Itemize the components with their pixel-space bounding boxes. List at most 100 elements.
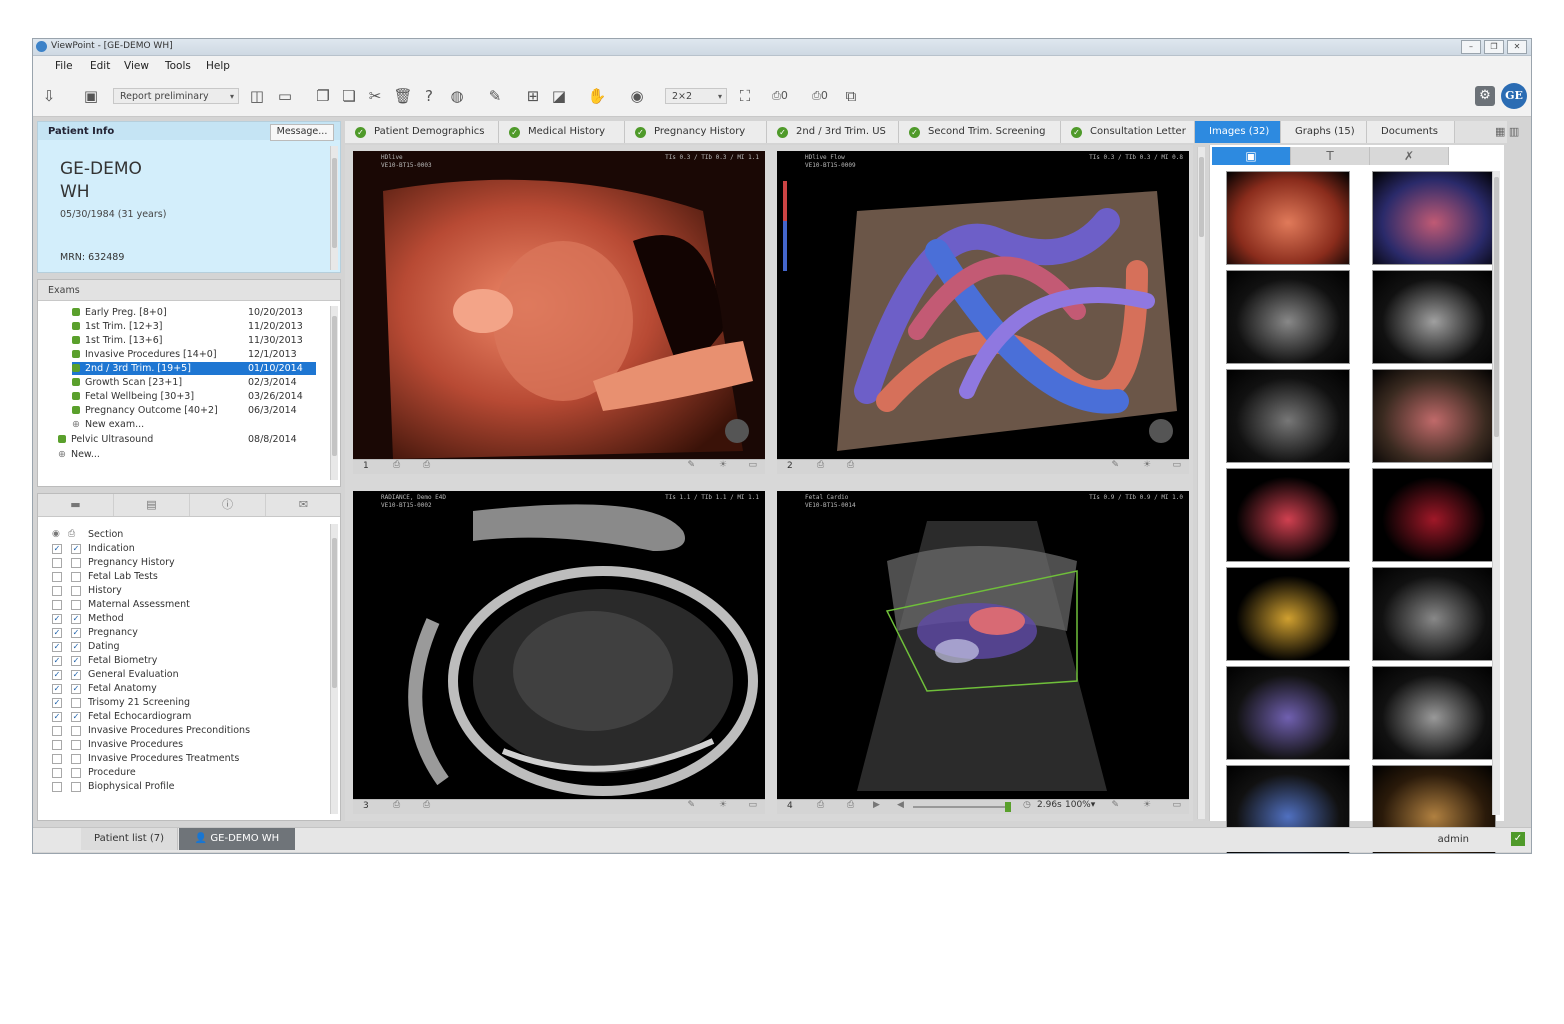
pen-icon[interactable]: ✎ <box>687 460 695 470</box>
section-print-checkbox[interactable]: ✓ <box>71 544 81 554</box>
edit-icon[interactable]: ✎ <box>485 86 505 106</box>
image-thumbnail[interactable] <box>1226 171 1350 265</box>
print-all-icon[interactable]: ⎙ <box>423 460 430 470</box>
exam-item[interactable]: 2nd / 3rd Trim. [19+5] 01/10/2014 <box>72 362 316 375</box>
play-icon[interactable]: ▶ <box>873 800 880 810</box>
print-icon[interactable]: ⎙ <box>817 800 824 810</box>
patient-list-tab[interactable]: Patient list (7) <box>81 828 178 850</box>
section-visible-checkbox[interactable]: ✓ <box>52 544 62 554</box>
help-icon[interactable]: ? <box>419 86 439 106</box>
exam-item[interactable]: Early Preg. [8+0] 10/20/2013 <box>72 306 312 319</box>
delete-icon[interactable]: 🗑 <box>393 86 413 106</box>
grid-icon[interactable]: ⊞ <box>523 86 543 106</box>
section-visible-checkbox[interactable]: ✓ <box>52 698 62 708</box>
exam-item[interactable]: ⊕ New exam... <box>72 418 312 431</box>
import-icon[interactable]: ⇩ <box>39 86 59 106</box>
close-button[interactable]: ✕ <box>1507 40 1527 54</box>
tab-graphs-15[interactable]: Graphs (15) <box>1281 121 1367 143</box>
layout-select[interactable]: 2×2 ▾ <box>665 88 727 104</box>
tab-medical-history[interactable]: ✓ Medical History <box>499 121 625 143</box>
section-visible-checkbox[interactable] <box>52 768 62 778</box>
image-thumbnail[interactable] <box>1372 567 1496 661</box>
image-thumbnail[interactable] <box>1372 171 1496 265</box>
camera-icon[interactable]: ◉ <box>627 86 647 106</box>
current-patient-tab[interactable]: 👤 GE-DEMO WH <box>179 828 295 850</box>
view-mode-icons[interactable]: ▦ ▥ <box>1495 125 1519 138</box>
cine-slider-knob[interactable] <box>1005 802 1011 812</box>
exam-item[interactable]: Invasive Procedures [14+0] 12/1/2013 <box>72 348 312 361</box>
viewer-scrollbar[interactable] <box>1197 147 1205 819</box>
section-visible-checkbox[interactable]: ✓ <box>52 656 62 666</box>
section-visible-checkbox[interactable] <box>52 558 62 568</box>
tools-icon[interactable]: ✗ <box>1370 147 1449 165</box>
info-icon[interactable]: ⓘ <box>190 494 266 516</box>
viewport-4[interactable]: Fetal Cardio VE10-BT15-0014 TIs 0.9 / TIb… <box>777 491 1189 799</box>
image-thumbnail[interactable] <box>1226 567 1350 661</box>
section-visible-checkbox[interactable] <box>52 754 62 764</box>
section-visible-checkbox[interactable] <box>52 726 62 736</box>
tab-images-32[interactable]: Images (32) <box>1195 121 1281 143</box>
section-print-checkbox[interactable]: ✓ <box>71 656 81 666</box>
exam-item[interactable]: Pregnancy Outcome [40+2] 06/3/2014 <box>72 404 312 417</box>
brightness-icon[interactable]: ☀ <box>1143 800 1151 810</box>
viewport-1[interactable]: HDlive VE10-BT15-0003 TIs 0.3 / TIb 0.3 /… <box>353 151 765 459</box>
section-print-checkbox[interactable] <box>71 768 81 778</box>
copy-icon[interactable]: ❐ <box>313 86 333 106</box>
compare-icon[interactable]: ◪ <box>549 86 569 106</box>
tab-documents-0[interactable]: Documents (0) <box>1367 121 1455 159</box>
image-icon[interactable]: ▣ <box>1212 147 1291 165</box>
section-visible-checkbox[interactable] <box>52 600 62 610</box>
fit-screen-icon[interactable]: ⛶ <box>735 86 755 106</box>
transfer-icon[interactable]: ⧉ <box>841 86 861 106</box>
clipboard-icon[interactable]: ▤ <box>114 494 190 516</box>
restore-button[interactable]: ❐ <box>1484 40 1504 54</box>
paste-icon[interactable]: ❏ <box>339 86 359 106</box>
pen-icon[interactable]: ✎ <box>687 800 695 810</box>
section-print-checkbox[interactable] <box>71 698 81 708</box>
section-print-checkbox[interactable] <box>71 726 81 736</box>
image-thumbnail[interactable] <box>1226 270 1350 364</box>
cine-slider[interactable] <box>913 802 1011 812</box>
export-icon[interactable]: ▭ <box>1172 460 1181 470</box>
pen-icon[interactable]: ✎ <box>1111 460 1119 470</box>
tab-second-trim-screening[interactable]: ✓ Second Trim. Screening <box>899 121 1061 143</box>
section-print-checkbox[interactable] <box>71 586 81 596</box>
section-print-checkbox[interactable] <box>71 572 81 582</box>
exam-item[interactable]: 1st Trim. [13+6] 11/30/2013 <box>72 334 312 347</box>
print-all-icon[interactable]: ⎙ <box>423 800 430 810</box>
section-visible-checkbox[interactable] <box>52 586 62 596</box>
settings-gear-icon[interactable]: ⚙ <box>1475 86 1495 106</box>
mail-icon[interactable]: ✉ <box>266 494 341 516</box>
globe-icon[interactable]: ◍ <box>447 86 467 106</box>
panel-layout-icon[interactable]: ◫ <box>247 86 267 106</box>
menu-file[interactable]: File <box>55 60 73 72</box>
print-icon[interactable]: ⎙ <box>393 460 400 470</box>
export-icon[interactable]: ▭ <box>748 800 757 810</box>
brightness-icon[interactable]: ☀ <box>719 460 727 470</box>
section-visible-checkbox[interactable]: ✓ <box>52 642 62 652</box>
tab-2nd-3rd-trim-us[interactable]: ✓ 2nd / 3rd Trim. US <box>767 121 899 143</box>
brightness-icon[interactable]: ☀ <box>1143 460 1151 470</box>
message-button[interactable]: Message... <box>270 124 334 141</box>
image-thumbnail[interactable] <box>1226 666 1350 760</box>
section-print-checkbox[interactable]: ✓ <box>71 712 81 722</box>
viewport-2[interactable]: HDlive Flow VE10-BT15-0009 TIs 0.3 / TIb … <box>777 151 1189 459</box>
section-visible-checkbox[interactable] <box>52 740 62 750</box>
image-thumbnail[interactable] <box>1226 468 1350 562</box>
section-print-checkbox[interactable]: ✓ <box>71 614 81 624</box>
section-print-checkbox[interactable]: ✓ <box>71 642 81 652</box>
image-thumbnail[interactable] <box>1372 666 1496 760</box>
print-icon[interactable]: ⎙ <box>817 460 824 470</box>
section-print-checkbox[interactable] <box>71 740 81 750</box>
image-thumbnail[interactable] <box>1372 369 1496 463</box>
section-print-checkbox[interactable] <box>71 600 81 610</box>
export-icon[interactable]: ▭ <box>748 460 757 470</box>
viewport-3[interactable]: RADIANCE, Demo E4D VE10-BT15-0002 TIs 1.1… <box>353 491 765 799</box>
loop-icon[interactable]: ◀ <box>897 800 904 810</box>
section-print-checkbox[interactable]: ✓ <box>71 628 81 638</box>
image-thumbnail[interactable] <box>1372 270 1496 364</box>
title-bar[interactable]: ViewPoint - [GE-DEMO WH] – ❐ ✕ <box>33 39 1531 56</box>
section-visible-checkbox[interactable] <box>52 572 62 582</box>
menu-tools[interactable]: Tools <box>165 60 191 72</box>
section-print-checkbox[interactable] <box>71 782 81 792</box>
